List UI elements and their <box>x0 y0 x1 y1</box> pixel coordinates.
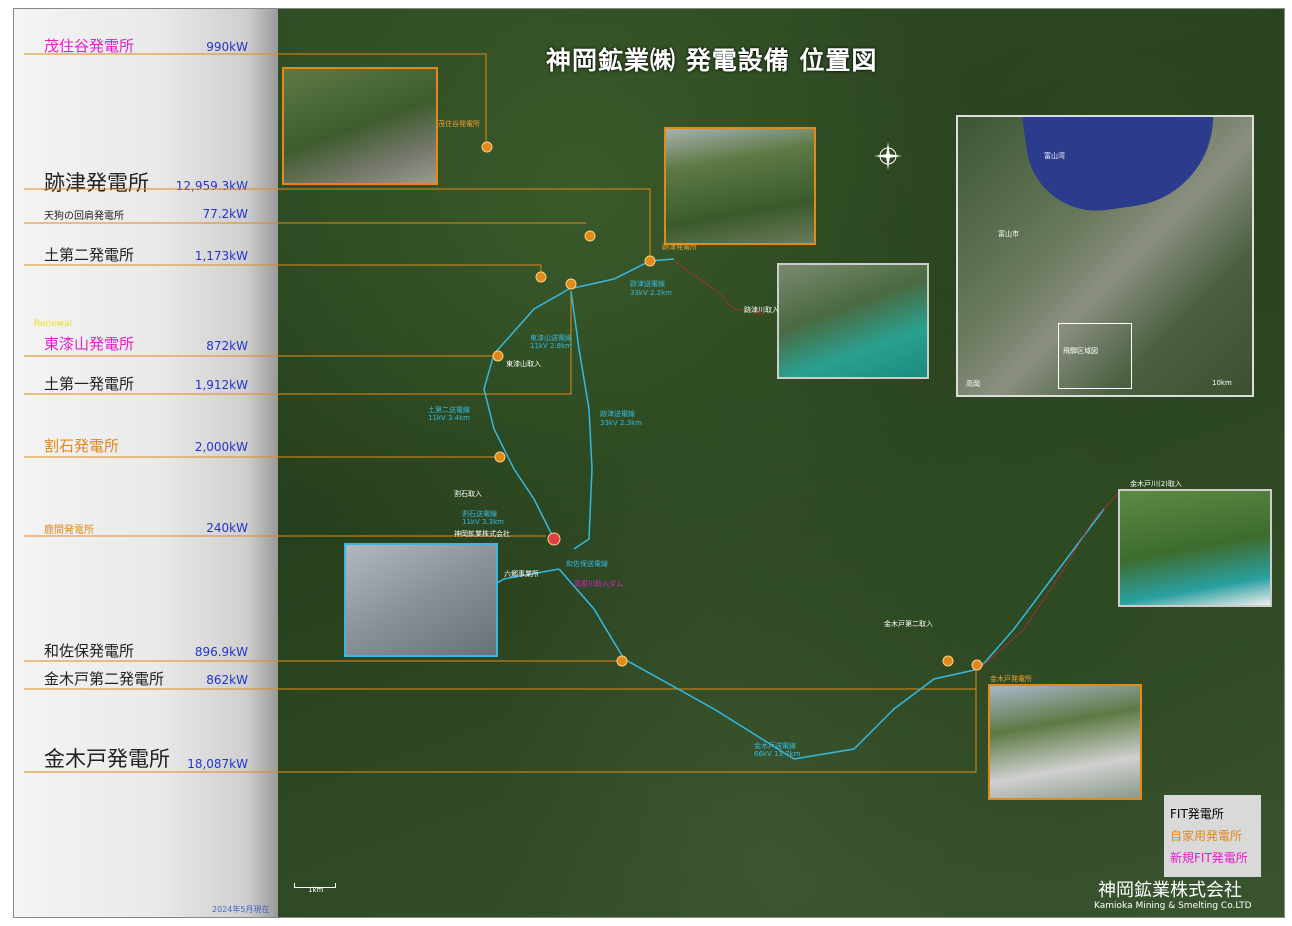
label-atotsu-line: 跡津送電線 <box>630 280 665 288</box>
label-wariishi-spec: 11kV 3.3km <box>462 518 504 526</box>
photo-intake <box>777 263 929 379</box>
station-marker <box>535 271 547 283</box>
inset-area-box: 飛騨区域図 <box>1058 323 1132 389</box>
inset-scale-label: 10km <box>1212 379 1232 387</box>
scale-bar: 1km <box>294 883 336 894</box>
page-title: 神岡鉱業㈱ 発電設備 位置図 <box>546 46 878 75</box>
company-name: 神岡鉱業株式会社 <box>1098 880 1242 901</box>
station-marker <box>494 451 506 463</box>
label-tsuchi-spec: 11kV 3.4km <box>428 414 470 422</box>
transmission-line <box>483 288 570 540</box>
label-mozumi: 茂住谷発電所 <box>438 120 480 128</box>
compass-icon <box>874 142 902 170</box>
photo-kanakido <box>988 684 1142 800</box>
label-atotsu: 跡津発電所 <box>662 243 697 251</box>
label-higashi-vert-spec: 33kV 2.3km <box>600 419 642 427</box>
label-kanakido-intake: 金木戸川(2)取入 <box>1130 480 1182 488</box>
label-wariishi-intake: 割石取入 <box>454 490 482 498</box>
label-honkoku: 神岡鉱業株式会社 <box>454 530 510 538</box>
label-kanakido2-intake: 金木戸第二取入 <box>884 620 933 628</box>
label-mine: 六郷事業所 <box>504 570 539 578</box>
inset-map[interactable]: 富山湾 富山市 飛騨区域図 高岡 10km <box>956 115 1254 397</box>
station-marker <box>616 655 628 667</box>
inset-area-label: 飛騨区域図 <box>1063 347 1098 355</box>
station-marker <box>481 141 493 153</box>
legend-fit: FIT発電所 <box>1170 807 1224 821</box>
leader-line <box>24 291 572 395</box>
leader-line <box>24 689 977 773</box>
label-higashi-intake: 東漆山取入 <box>506 360 541 368</box>
station-marker <box>971 659 983 671</box>
inset-bay <box>1021 117 1225 220</box>
transmission-line <box>570 290 593 550</box>
label-wasabo-line: 和佐保送電線 <box>566 560 608 568</box>
label-atotsu-intake: 跡津川取入 <box>744 306 779 314</box>
label-higashi-vert-line: 跡津送電線 <box>600 410 635 418</box>
label-kanakido-spec: 66kV 13.7km <box>754 750 801 758</box>
label-higashi-spec: 11kV 2.8km <box>530 342 572 350</box>
legend-private: 自家用発電所 <box>1170 829 1243 843</box>
scale-label: 1km <box>308 886 324 894</box>
leader-line <box>24 188 651 259</box>
label-atotsu-spec: 33kV 2.2km <box>630 289 672 297</box>
photo-mozumi <box>282 67 438 185</box>
station-marker <box>942 655 954 667</box>
station-marker <box>584 230 596 242</box>
photo-kanakido-intake <box>1118 489 1272 607</box>
legend-new-fit: 新規FIT発電所 <box>1170 851 1248 865</box>
inset-west-label: 高岡 <box>966 380 980 388</box>
photo-atotsu <box>664 127 816 245</box>
station-marker <box>565 278 577 290</box>
leader-line <box>24 671 977 690</box>
legend: FIT発電所 自家用発電所 新規FIT発電所 <box>1164 795 1261 877</box>
photo-smelter <box>344 543 498 657</box>
inset-lake-label: 富山湾 <box>1044 152 1065 160</box>
inset-city-label: 富山市 <box>998 230 1019 238</box>
station-marker <box>644 255 656 267</box>
company-name-en: Kamioka Mining & Smelting Co.LTD <box>1094 901 1252 911</box>
map-frame: 茂住谷発電所 990kW 跡津発電所 12,959.3kW 天狗の回肩発電所 7… <box>13 8 1285 918</box>
station-marker <box>547 532 561 546</box>
station-marker <box>492 350 504 362</box>
label-kamioka: 高原川取入ダム <box>574 580 623 588</box>
label-kanakido-station: 金木戸発電所 <box>990 675 1032 683</box>
leader-line <box>24 264 542 276</box>
